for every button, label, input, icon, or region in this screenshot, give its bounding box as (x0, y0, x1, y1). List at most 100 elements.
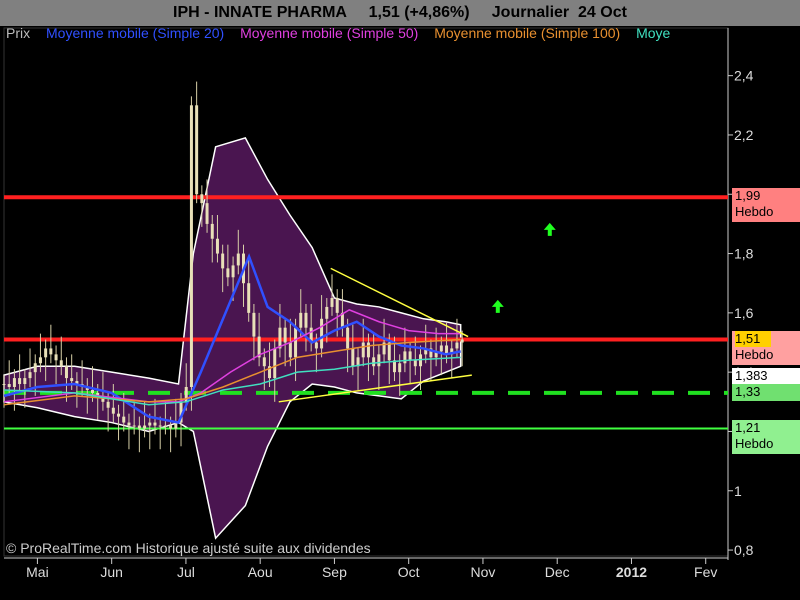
price-box-133: 1,33 (732, 383, 800, 401)
candle-body-72 (377, 354, 381, 367)
candle-body-12 (64, 366, 68, 379)
arrow-up-icon-0 (543, 222, 556, 236)
x-tick-label-4: Sep (322, 564, 347, 580)
candle-body-87 (455, 342, 459, 349)
price-box-value: 1,21 (735, 419, 761, 435)
candle-body-61 (320, 318, 324, 349)
candle-body-44 (231, 265, 235, 278)
candle-body-42 (221, 253, 225, 269)
legend-item-sma50: Moyenne mobile (Simple 50) (240, 25, 419, 41)
x-tick-label-7: Dec (545, 564, 570, 580)
candle-body-67 (351, 348, 355, 367)
candle-body-71 (372, 357, 376, 367)
price-box-value: 1,33 (735, 383, 761, 399)
candle-body-6 (33, 363, 37, 373)
candle-body-77 (403, 351, 407, 364)
y-tick-label-1: 1 (734, 483, 742, 499)
candle-body-56 (294, 327, 298, 358)
candle-body-62 (325, 306, 329, 319)
candle-body-58 (304, 312, 308, 328)
candle-body-5 (28, 372, 32, 379)
candle-body-41 (215, 238, 219, 254)
legend-item-prix: Prix (6, 25, 31, 41)
candle-body-22 (117, 413, 121, 417)
x-tick-label-8: 2012 (616, 564, 647, 580)
candle-body-3 (18, 378, 22, 385)
candle-body-4 (23, 378, 27, 385)
candle-body-63 (330, 298, 334, 307)
candle-body-30 (158, 425, 162, 427)
x-tick-label-5: Oct (398, 564, 420, 580)
price-box-value: 1,51 (735, 330, 771, 347)
x-tick-label-6: Nov (471, 564, 496, 580)
candle-body-52 (273, 348, 277, 379)
x-tick-label-2: Jul (177, 564, 195, 580)
x-tick-label-0: Mai (26, 564, 49, 580)
candle-body-36 (189, 105, 193, 387)
candle-body-23 (122, 416, 126, 423)
legend-item-sma100: Moyenne mobile (Simple 100) (434, 25, 621, 41)
price-box-121: 1,21 Hebdo (732, 419, 800, 454)
price-box-label: Hebdo (735, 435, 774, 451)
candle-body-7 (38, 357, 42, 364)
candle-body-25 (132, 425, 136, 427)
x-tick-label-1: Jun (100, 564, 123, 580)
plot-frame (3, 27, 729, 557)
price-box-label: Hebdo (735, 346, 774, 362)
candle-body-9 (49, 348, 53, 355)
candle-body-54 (283, 327, 287, 343)
candle-body-39 (205, 203, 209, 224)
candle-body-31 (163, 425, 167, 427)
y-tick-label-0: 0,8 (734, 542, 754, 558)
y-tick-label-7: 2,2 (734, 127, 754, 143)
candle-body-88 (460, 339, 464, 343)
price-chart: 0,811,21,41,61,822,22,4MaiJunJulAouSepOc… (2, 27, 754, 580)
candle-body-11 (59, 360, 63, 367)
price-box-label: Hebdo (735, 204, 774, 220)
candle-body-21 (111, 407, 115, 414)
candle-body-17 (91, 389, 95, 393)
candle-body-0 (2, 384, 6, 386)
candle-body-20 (106, 401, 110, 408)
x-tick-label-9: Fev (694, 564, 717, 580)
price-box-199: 1,99 Hebdo (732, 188, 800, 223)
candle-body-8 (44, 348, 48, 358)
candle-body-69 (361, 342, 365, 358)
candle-body-64 (335, 298, 339, 313)
candle-body-40 (210, 223, 214, 239)
price-box-1383: 1,383 (732, 368, 800, 386)
candle-body-45 (236, 253, 240, 266)
candle-body-32 (169, 425, 173, 429)
candle-body-2 (12, 378, 16, 387)
x-tick-label-3: Aou (248, 564, 273, 580)
candle-body-50 (262, 357, 266, 367)
candle-body-78 (408, 351, 412, 361)
candle-body-24 (127, 422, 131, 426)
candle-body-76 (398, 363, 402, 373)
arrow-up-icon-1 (491, 299, 504, 313)
candle-body-10 (54, 354, 58, 361)
candle-body-66 (346, 327, 350, 349)
candle-body-26 (137, 425, 141, 429)
candle-body-84 (439, 345, 443, 352)
y-tick-label-5: 1,8 (734, 246, 754, 262)
candle-body-13 (70, 378, 74, 382)
candle-body-48 (252, 312, 256, 337)
candle-body-37 (195, 105, 199, 195)
candle-body-47 (247, 283, 251, 313)
candle-body-57 (299, 312, 303, 328)
candle-body-38 (200, 194, 204, 204)
legend-item-sma20: Moyenne mobile (Simple 20) (46, 25, 225, 41)
y-tick-label-8: 2,4 (734, 68, 754, 84)
candle-body-28 (148, 422, 152, 426)
chart-title: IPH - INNATE PHARMA 1,51 (+4,86%) Journa… (0, 0, 800, 26)
candle-body-43 (226, 268, 230, 278)
candle-body-29 (153, 422, 157, 426)
legend: Prix Moyenne mobile (Simple 20) Moyenne … (6, 25, 682, 41)
legend-item-moye: Moye (636, 25, 671, 41)
credit-text: © ProRealTime.com Historique ajusté suit… (6, 540, 371, 556)
candle-body-27 (143, 425, 147, 429)
y-tick-label-4: 1,6 (734, 305, 754, 321)
candle-body-55 (288, 342, 292, 358)
candle-body-1 (7, 384, 11, 387)
